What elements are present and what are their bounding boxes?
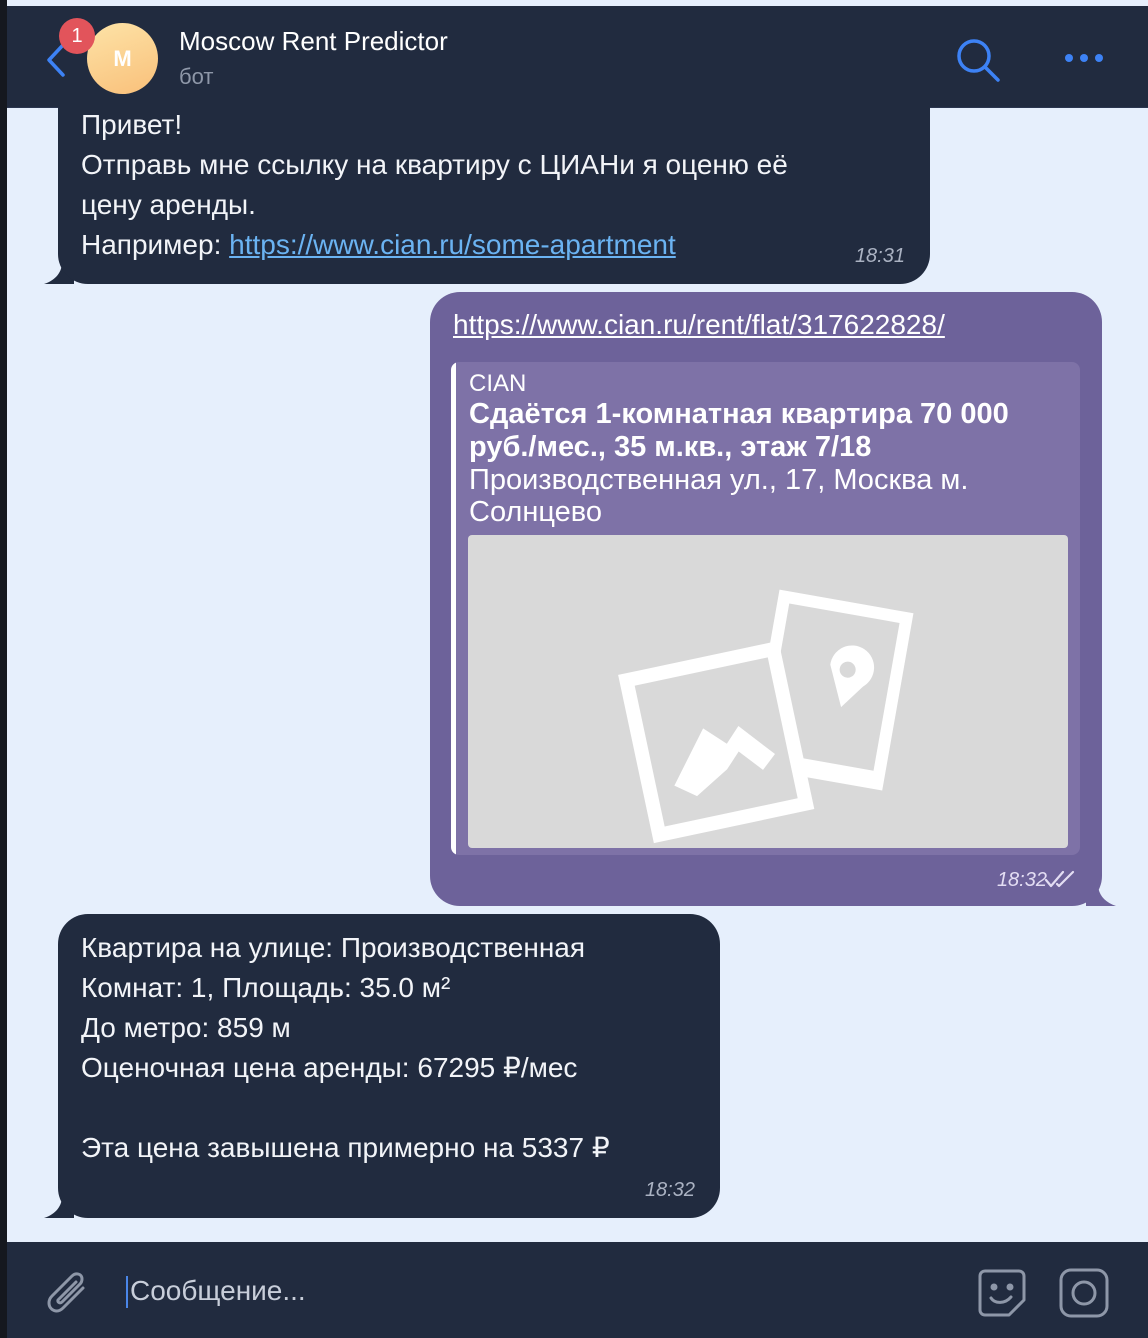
link-preview[interactable]: CIAN Сдаётся 1-комнатная квартира 70 000… (451, 362, 1080, 855)
incoming-message[interactable]: Квартира на улице: Производственная Комн… (58, 914, 720, 1218)
preview-image[interactable] (468, 535, 1068, 848)
message-text: Привет! Отправь мне ссылку на квартиру с… (81, 109, 788, 260)
avatar[interactable]: M (87, 23, 158, 94)
double-check-icon (1044, 870, 1075, 888)
sticker-icon[interactable] (975, 1266, 1029, 1320)
window-edge (0, 0, 7, 1338)
preview-accent-bar (451, 362, 456, 855)
message-composer (7, 1242, 1148, 1338)
message-time: 18:32 (996, 869, 1047, 891)
message-time: 18:32 (644, 1179, 695, 1201)
preview-description: Производственная ул., 17, Москва м. Солн… (469, 464, 969, 528)
message-time: 18:31 (854, 245, 905, 267)
preview-title: Сдаётся 1-комнатная квартира 70 000 руб.… (469, 398, 1009, 463)
unread-badge: 1 (59, 18, 95, 54)
chat-title[interactable]: Moscow Rent Predictor (179, 26, 448, 57)
chat-header: 1 M Moscow Rent Predictor бот (7, 6, 1148, 108)
more-options-icon[interactable] (1062, 46, 1106, 70)
paperclip-icon[interactable] (45, 1268, 91, 1318)
message-text: Квартира на улице: Производственная Комн… (81, 932, 610, 1163)
image-placeholder-icon (618, 589, 914, 844)
search-icon[interactable] (954, 36, 1002, 84)
message-input[interactable] (128, 1264, 932, 1318)
camera-icon[interactable] (1057, 1266, 1111, 1320)
chat-subtitle: бот (179, 64, 214, 89)
message-link[interactable]: https://www.cian.ru/some-apartment (229, 229, 676, 260)
preview-site-name: CIAN (469, 370, 527, 397)
incoming-message[interactable]: Привет! Отправь мне ссылку на квартиру с… (58, 96, 930, 284)
message-link[interactable]: https://www.cian.ru/rent/flat/317622828/ (453, 307, 945, 343)
outgoing-message[interactable]: https://www.cian.ru/rent/flat/317622828/… (430, 292, 1102, 906)
